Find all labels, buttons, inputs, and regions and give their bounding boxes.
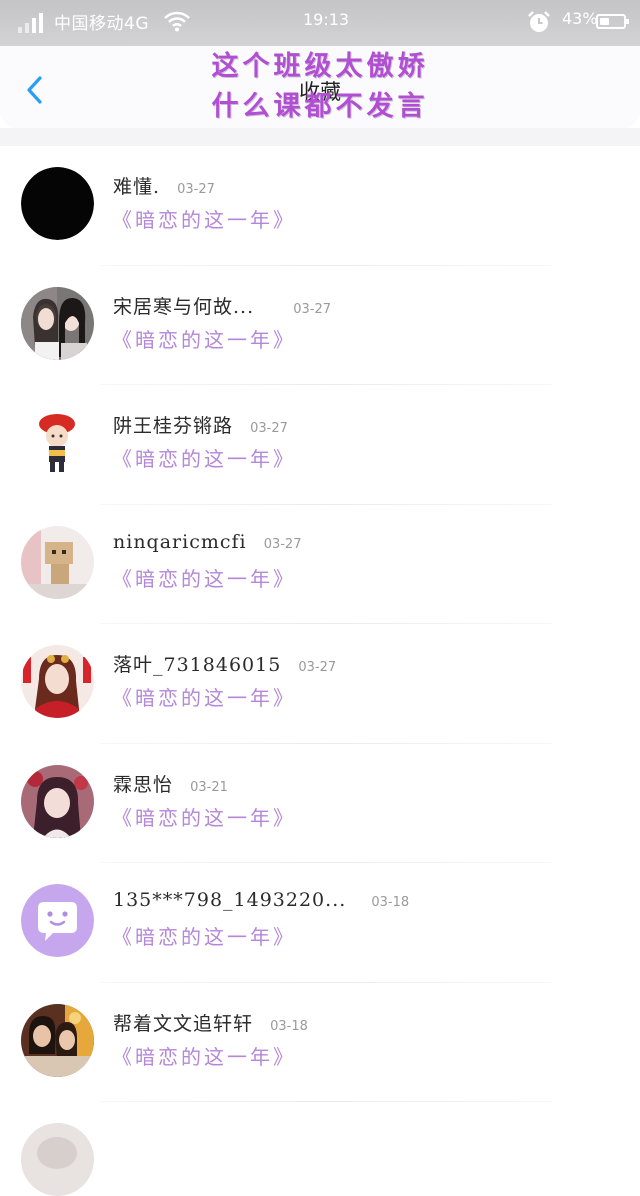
avatar[interactable]: [21, 167, 94, 240]
book-title-link[interactable]: 《暗恋的这一年》: [112, 682, 296, 711]
favorites-list: 难懂. 03-27 《暗恋的这一年》 宋居寒与何故... 03-27 《暗恋的这…: [0, 146, 640, 1196]
user-name: 难懂.: [113, 176, 161, 198]
list-item[interactable]: 135***798_1493220... 03-18 《暗恋的这一年》: [0, 863, 640, 983]
overlay-caption-line-1: 这个班级太傲娇: [211, 51, 429, 82]
list-item[interactable]: [0, 1102, 640, 1196]
list-item[interactable]: 难懂. 03-27 《暗恋的这一年》: [0, 146, 640, 266]
item-date: 03-27: [250, 421, 288, 436]
user-name: 落叶_731846015: [113, 654, 282, 676]
user-name: 阱王桂芬锵路: [113, 415, 234, 437]
item-date: 03-18: [270, 1018, 308, 1034]
avatar[interactable]: [21, 406, 94, 479]
avatar[interactable]: [21, 1123, 94, 1196]
book-title-link[interactable]: 《暗恋的这一年》: [112, 324, 296, 353]
item-date: 03-18: [371, 895, 410, 910]
alarm-icon: [527, 10, 551, 39]
user-name: 帮着文文追轩轩: [113, 1012, 254, 1035]
carrier-label: 中国移动4G: [54, 14, 149, 34]
overlay-caption-line-2: 什么课都不发言: [211, 91, 429, 122]
avatar[interactable]: [21, 764, 94, 838]
book-title-link[interactable]: 《暗恋的这一年》: [112, 1041, 296, 1070]
list-item[interactable]: ninqaricmcfi 03-27 《暗恋的这一年》: [0, 505, 640, 624]
item-date: 03-27: [263, 536, 302, 552]
avatar[interactable]: [21, 1003, 94, 1077]
user-name: 135***798_1493220...: [113, 889, 347, 911]
item-date: 03-21: [190, 779, 228, 795]
user-name: 霖思怡: [113, 773, 174, 796]
battery-icon: [596, 14, 629, 29]
book-title-link[interactable]: 《暗恋的这一年》: [112, 802, 296, 831]
battery-percent: 43%: [562, 9, 598, 28]
item-date: 03-27: [293, 301, 331, 317]
list-item[interactable]: 帮着文文追轩轩 03-18 《暗恋的这一年》: [0, 983, 640, 1102]
wifi-icon: [164, 10, 190, 37]
clock-time: 19:13: [303, 10, 350, 29]
list-item[interactable]: 宋居寒与何故... 03-27 《暗恋的这一年》: [0, 266, 640, 385]
avatar[interactable]: [21, 286, 94, 360]
item-date: 03-27: [298, 660, 337, 675]
default-avatar[interactable]: [21, 884, 94, 957]
list-item[interactable]: 霖思怡 03-21 《暗恋的这一年》: [0, 744, 640, 863]
avatar[interactable]: [21, 645, 94, 718]
status-bar: 中国移动4G 19:13 43%: [0, 0, 640, 46]
battery-level-fill: [600, 18, 609, 25]
book-title-link[interactable]: 《暗恋的这一年》: [112, 563, 296, 592]
book-title-link[interactable]: 《暗恋的这一年》: [112, 921, 296, 950]
list-item[interactable]: 落叶_731846015 03-27 《暗恋的这一年》: [0, 624, 640, 744]
item-date: 03-27: [177, 182, 215, 197]
list-item[interactable]: 阱王桂芬锵路 03-27 《暗恋的这一年》: [0, 385, 640, 505]
avatar[interactable]: [21, 525, 94, 599]
book-title-link[interactable]: 《暗恋的这一年》: [112, 443, 296, 472]
user-name: ninqaricmcfi: [113, 530, 247, 553]
book-title-link[interactable]: 《暗恋的这一年》: [112, 204, 296, 233]
user-name: 宋居寒与何故...: [113, 295, 255, 318]
